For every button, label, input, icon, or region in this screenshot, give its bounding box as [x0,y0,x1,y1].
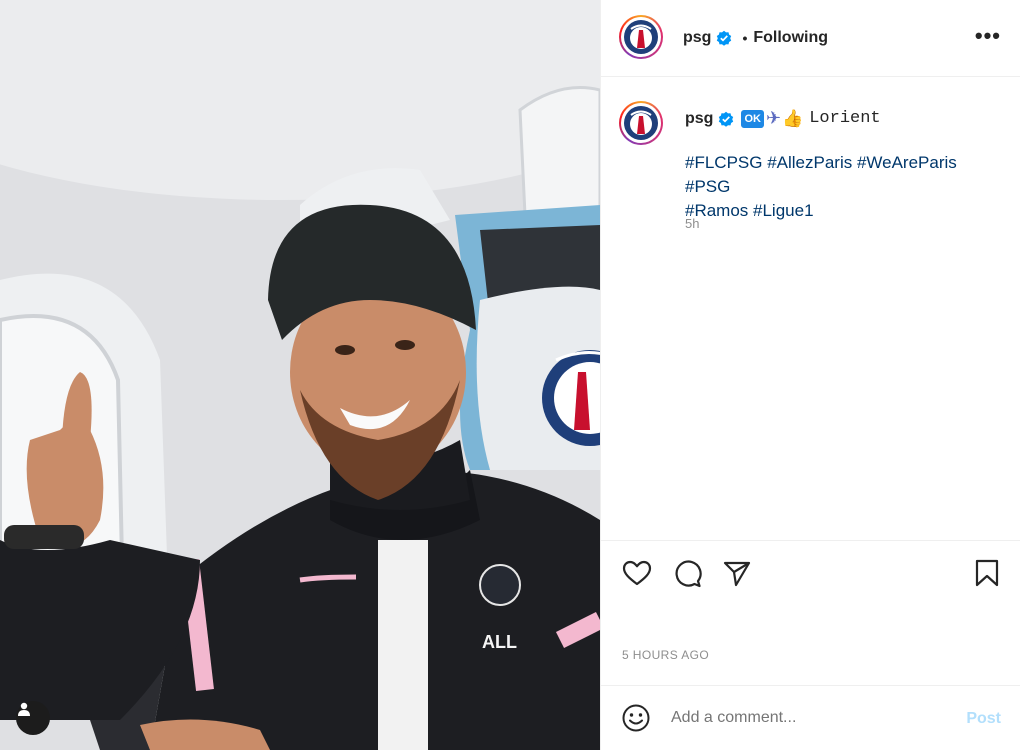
share-icon [723,561,751,587]
author-username[interactable]: psg [683,29,711,47]
user-tag-button[interactable] [16,701,50,735]
photo-illustration: ALL [0,0,600,750]
comment-icon [675,560,702,588]
post-photo[interactable]: ALL [0,0,600,750]
caption-avatar[interactable] [619,101,663,145]
following-button[interactable]: Following [753,29,828,47]
author-avatar[interactable] [619,15,663,59]
post-header: psg • Following ••• [601,0,1020,77]
emoji-icon[interactable] [621,703,651,733]
user-tag-icon [18,702,30,716]
bookmark-icon [975,559,999,587]
verified-icon [717,30,732,46]
like-button[interactable] [621,557,653,589]
caption-header: psg OK ✈ 👍 Lorient [685,108,881,129]
post-comment-button[interactable]: Post [966,710,1001,728]
instagram-post-view: ALL psg • Following ••• psg OK ✈ 👍 Lorie… [0,0,1020,750]
comment-input[interactable] [671,709,931,727]
psg-logo-icon [624,20,658,54]
save-button[interactable] [971,557,1003,589]
more-options-button[interactable]: ••• [974,23,1001,48]
share-button[interactable] [721,557,753,589]
svg-text:ALL: ALL [482,632,517,652]
comment-button[interactable] [671,557,703,589]
caption-time[interactable]: 5h [685,216,699,231]
thumbs-up-emoji: 👍 [782,108,804,128]
more-icon: ••• [974,23,1001,48]
caption-username[interactable]: psg [685,110,713,128]
hashtags-line-1[interactable]: #FLCPSG #AllezParis #WeAreParis #PSG [685,151,1005,199]
header-separator: • [742,30,748,46]
post-sidebar: psg • Following ••• psg OK ✈ 👍 Lorient #… [600,0,1020,750]
airplane-emoji: ✈ [765,108,782,128]
ok-emoji: OK [741,109,764,128]
psg-logo-icon [624,106,658,140]
caption-hashtags: #FLCPSG #AllezParis #WeAreParis #PSG #Ra… [685,151,1005,223]
caption-location-text: Lorient [809,109,881,128]
hashtags-line-2[interactable]: #Ramos #Ligue1 [685,199,1005,223]
action-bar [601,540,1020,604]
post-timestamp[interactable]: 5 HOURS AGO [622,648,709,662]
verified-icon [719,111,734,127]
heart-icon [622,560,652,586]
comment-box: Post [601,685,1020,750]
